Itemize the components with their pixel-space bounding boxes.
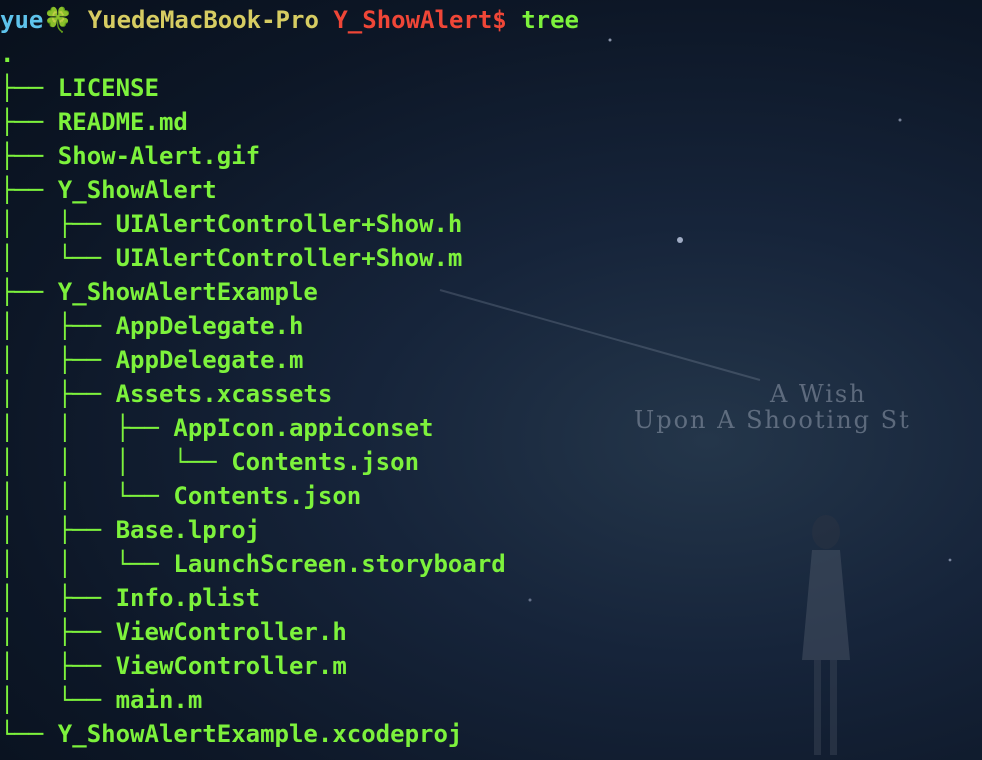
- tree-entry-name: Info.plist: [115, 584, 261, 612]
- tree-line: ├── Show-Alert.gif: [0, 139, 260, 173]
- tree-entry-name: Show-Alert.gif: [57, 142, 261, 170]
- tree-entry-name: ViewController.m: [115, 652, 347, 680]
- tree-entry-name: main.m: [115, 686, 203, 714]
- wallpaper-girl-silhouette: [802, 515, 850, 755]
- tree-branch-prefix: │ │ ├──: [0, 414, 174, 442]
- tree-branch-prefix: └──: [0, 720, 58, 748]
- tree-entry-name: Y_ShowAlertExample: [57, 278, 318, 306]
- tree-entry-name: AppDelegate.h: [115, 312, 304, 340]
- tree-branch-prefix: │ └──: [0, 686, 116, 714]
- star: [528, 598, 532, 602]
- tree-line: │ └── UIAlertController+Show.m: [0, 241, 462, 275]
- tree-line: │ ├── ViewController.h: [0, 615, 347, 649]
- tree-entry-name: Y_ShowAlertExample.xcodeproj: [57, 720, 463, 748]
- tree-branch-prefix: │ ├──: [0, 516, 116, 544]
- tree-branch-prefix: │ ├──: [0, 618, 116, 646]
- tree-branch-prefix: ├──: [0, 176, 58, 204]
- wallpaper-subtitle: Upon A Shooting St: [634, 406, 911, 434]
- tree-line: └── Y_ShowAlertExample.xcodeproj: [0, 717, 462, 751]
- tree-line: │ ├── ViewController.m: [0, 649, 347, 683]
- tree-line: ├── Y_ShowAlertExample: [0, 275, 318, 309]
- tree-line: │ ├── Info.plist: [0, 581, 260, 615]
- shooting-star-trail: [439, 289, 761, 381]
- tree-line: │ ├── AppDelegate.m: [0, 343, 303, 377]
- tree-branch-prefix: │ │ └──: [0, 482, 174, 510]
- tree-line: │ │ └── LaunchScreen.storyboard: [0, 547, 506, 581]
- star: [677, 237, 683, 243]
- tree-entry-name: README.md: [57, 108, 188, 136]
- tree-branch-prefix: │ │ └──: [0, 550, 174, 578]
- tree-entry-name: LaunchScreen.storyboard: [173, 550, 506, 578]
- tree-line: ├── Y_ShowAlert: [0, 173, 217, 207]
- tree-entry-name: AppDelegate.m: [115, 346, 304, 374]
- tree-entry-name: LICENSE: [57, 74, 159, 102]
- tree-entry-name: UIAlertController+Show.h: [115, 210, 463, 238]
- tree-branch-prefix: │ ├──: [0, 210, 116, 238]
- clover-icon: 🍀: [43, 6, 74, 34]
- tree-branch-prefix: ├──: [0, 278, 58, 306]
- tree-entry-name: Y_ShowAlert: [57, 176, 217, 204]
- tree-line: │ │ └── Contents.json: [0, 479, 361, 513]
- tree-entry-name: .: [0, 40, 15, 68]
- tree-line: │ │ │ └── Contents.json: [0, 445, 419, 479]
- tree-entry-name: UIAlertController+Show.m: [115, 244, 463, 272]
- tree-line: │ └── main.m: [0, 683, 202, 717]
- tree-line: │ │ ├── AppIcon.appiconset: [0, 411, 433, 445]
- tree-branch-prefix: │ ├──: [0, 380, 116, 408]
- tree-line: │ ├── AppDelegate.h: [0, 309, 303, 343]
- tree-branch-prefix: │ └──: [0, 244, 116, 272]
- tree-entry-name: Base.lproj: [115, 516, 261, 544]
- tree-line: │ ├── UIAlertController+Show.h: [0, 207, 462, 241]
- tree-branch-prefix: │ ├──: [0, 652, 116, 680]
- tree-line: ├── LICENSE: [0, 71, 159, 105]
- tree-branch-prefix: │ ├──: [0, 346, 116, 374]
- shell-prompt-line: yue🍀 YuedeMacBook-Pro Y_ShowAlert$ tree: [0, 3, 579, 37]
- tree-entry-name: Contents.json: [231, 448, 420, 476]
- tree-line: ├── README.md: [0, 105, 188, 139]
- terminal-window[interactable]: A Wish Upon A Shooting St yue🍀 YuedeMacB…: [0, 0, 982, 760]
- tree-branch-prefix: │ │ │ └──: [0, 448, 232, 476]
- tree-entry-name: Contents.json: [173, 482, 362, 510]
- prompt-directory: Y_ShowAlert$: [333, 6, 507, 34]
- tree-branch-prefix: ├──: [0, 142, 58, 170]
- prompt-host: YuedeMacBook-Pro: [87, 6, 319, 34]
- tree-entry-name: AppIcon.appiconset: [173, 414, 434, 442]
- tree-branch-prefix: ├──: [0, 74, 58, 102]
- tree-entry-name: Assets.xcassets: [115, 380, 333, 408]
- wallpaper-title: A Wish: [770, 380, 867, 408]
- prompt-user: yue: [0, 6, 44, 34]
- tree-line: │ ├── Assets.xcassets: [0, 377, 332, 411]
- tree-branch-prefix: │ ├──: [0, 584, 116, 612]
- prompt-command: tree: [521, 6, 579, 34]
- tree-entry-name: ViewController.h: [115, 618, 347, 646]
- star: [608, 38, 612, 42]
- tree-line: .: [0, 37, 14, 71]
- tree-line: │ ├── Base.lproj: [0, 513, 260, 547]
- tree-branch-prefix: ├──: [0, 108, 58, 136]
- star: [898, 118, 902, 122]
- star: [948, 558, 952, 562]
- tree-branch-prefix: │ ├──: [0, 312, 116, 340]
